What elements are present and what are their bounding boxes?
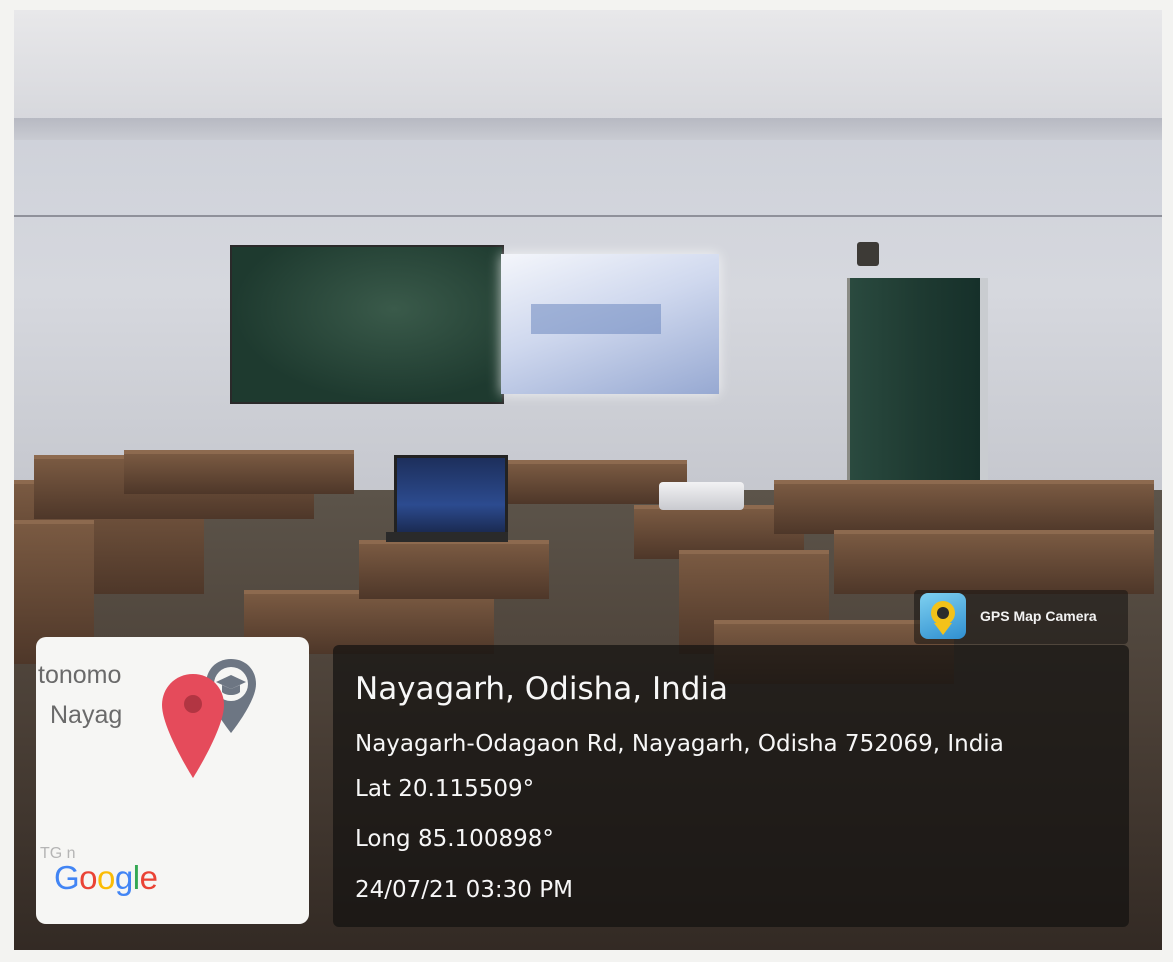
timestamp: 24/07/21 03:30 PM [355,877,573,903]
location-pin-icon [162,674,224,778]
gps-map-camera-icon [920,593,966,639]
desk [834,530,1154,594]
location-title: Nayagarh, Odisha, India [355,671,729,707]
laptop-base [386,532,508,542]
blackboard [230,245,504,404]
location-address: Nayagarh-Odagaon Rd, Nayagarh, Odisha 75… [355,731,1004,757]
desk [359,540,549,599]
app-badge: GPS Map Camera [914,590,1128,644]
map-place-label: Nayag [50,701,123,729]
longitude: Long 85.100898° [355,826,554,852]
google-logo: Google [54,859,158,896]
ceiling [14,10,1162,125]
desk [774,480,1154,534]
wall-wire [14,215,1162,217]
ceiling-beam [14,118,1162,140]
projector [659,482,744,510]
map-thumbnail: tonomo Nayag TG n Google [36,637,309,924]
latitude: Lat 20.115509° [355,776,535,802]
camera-pin-icon [931,601,955,635]
classroom-door [847,278,988,498]
projection-screen [501,254,719,394]
scanned-paper: tonomo Nayag TG n Google GPS Map Camera [0,0,1173,962]
wall-speaker [857,242,879,266]
map-place-label: tonomo [38,661,122,689]
desk [124,450,354,494]
app-name: GPS Map Camera [980,608,1097,624]
location-info-panel: Nayagarh, Odisha, India Nayagarh-Odagaon… [333,645,1129,927]
projected-content [531,304,661,334]
laptop-screen [394,455,508,539]
